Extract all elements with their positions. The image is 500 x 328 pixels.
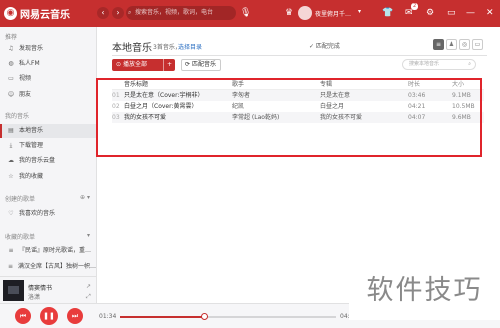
- back-button[interactable]: ‹: [97, 7, 109, 19]
- forward-button[interactable]: ›: [112, 7, 124, 19]
- chevron-down-icon[interactable]: ▾: [358, 8, 361, 15]
- sidebar-item-video[interactable]: ▭ 视频: [0, 72, 96, 86]
- add-to-queue-button[interactable]: +: [163, 59, 175, 71]
- sidebar-section-favorites: 收藏的歌单: [5, 234, 36, 241]
- sidebar-item-label: 『民谣』原时光歌谣，重…: [19, 247, 92, 254]
- expand-icon[interactable]: ⤢: [86, 293, 91, 301]
- current-time: 01:34: [99, 313, 117, 320]
- minimize-icon[interactable]: —: [466, 7, 475, 19]
- divider: [112, 55, 487, 56]
- match-icon: ⟳: [185, 61, 191, 68]
- add-playlist-icon[interactable]: ⊕ ▾: [80, 194, 90, 201]
- search-icon: ⌕: [468, 61, 471, 67]
- now-playing-title[interactable]: 情窦情书: [28, 283, 52, 292]
- album-view-icon[interactable]: ◎: [459, 39, 470, 50]
- radio-icon: ◍: [8, 60, 14, 67]
- sidebar-section-recommend: 推荐: [5, 34, 18, 41]
- friends-icon: ☺: [7, 91, 15, 98]
- sidebar-item-playlist[interactable]: ≡ 满汉全席【古风】独树一帜…: [0, 260, 96, 274]
- music-note-icon: ♫: [8, 45, 14, 52]
- highlight-box: [96, 78, 482, 157]
- progress-handle[interactable]: [201, 313, 209, 320]
- search-input[interactable]: ⌕ 搜索音乐，视频，歌词，电台: [126, 6, 236, 20]
- playlist-icon: ≡: [8, 247, 14, 254]
- download-icon: ⤓: [9, 142, 13, 149]
- previous-track-button[interactable]: ⏮: [15, 308, 31, 324]
- play-all-button[interactable]: ⊙ 播放全部 +: [112, 59, 175, 71]
- app-name: 网易云音乐: [20, 10, 70, 21]
- title-bar: ◉ 网易云音乐 ‹ › ⌕ 搜索音乐，视频，歌词，电台 🎙 ♛ 夜里俯月千… ▾…: [0, 0, 500, 27]
- chevron-down-icon[interactable]: ▾: [87, 232, 90, 239]
- artist-view-icon[interactable]: ♟: [446, 39, 457, 50]
- now-playing-panel[interactable]: 情窦情书 洛潇 ↗ ⤢: [0, 276, 97, 303]
- skin-icon[interactable]: 👕: [382, 7, 393, 19]
- sidebar-item-label: 视频: [19, 75, 32, 82]
- close-icon[interactable]: ✕: [486, 7, 494, 19]
- folder-view-icon[interactable]: ▭: [472, 39, 483, 50]
- settings-icon[interactable]: ⚙: [426, 7, 434, 19]
- progress-slider[interactable]: [120, 313, 336, 320]
- select-directory-link[interactable]: 选择目录: [178, 42, 202, 51]
- sidebar: 推荐 ♫ 发现音乐 ◍ 私人FM ▭ 视频 ☺ 朋友 我的音乐 ▤ 本地音乐 ⤓…: [0, 27, 97, 276]
- play-all-label: 播放全部: [123, 61, 148, 68]
- next-track-button[interactable]: ⏭: [67, 308, 83, 324]
- sidebar-section-created: 创建的歌单: [5, 196, 36, 203]
- album-cover[interactable]: [3, 280, 24, 301]
- sidebar-item-label: 私人FM: [19, 60, 40, 67]
- sidebar-item-label: 朋友: [19, 91, 32, 98]
- page-title: 本地音乐: [112, 43, 152, 54]
- netease-logo-icon: ◉: [4, 7, 17, 20]
- cloud-icon: ☁: [8, 157, 14, 164]
- match-status: ✓ 匹配完成: [309, 43, 340, 50]
- sidebar-item-label: 下载管理: [19, 142, 44, 149]
- heart-icon: ♡: [8, 210, 14, 217]
- match-music-button[interactable]: ⟳ 匹配音乐: [181, 59, 221, 71]
- vip-icon[interactable]: ♛: [285, 7, 293, 19]
- watermark: 软件技巧: [349, 262, 500, 320]
- search-icon: ⌕: [128, 9, 132, 16]
- now-playing-artist[interactable]: 洛潇: [28, 292, 40, 301]
- sidebar-item-downloads[interactable]: ⤓ 下载管理: [0, 139, 96, 153]
- user-avatar[interactable]: [298, 6, 312, 20]
- sidebar-item-discover[interactable]: ♫ 发现音乐: [0, 42, 96, 56]
- match-music-label: 匹配音乐: [191, 61, 216, 68]
- video-icon: ▭: [8, 75, 14, 82]
- sidebar-item-label: 发现音乐: [19, 45, 44, 52]
- sidebar-item-friends[interactable]: ☺ 朋友: [0, 88, 96, 102]
- search-placeholder: 搜索音乐，视频，歌词，电台: [135, 9, 214, 16]
- message-badge: 2: [411, 3, 419, 10]
- sidebar-item-liked[interactable]: ♡ 我喜欢的音乐: [0, 207, 96, 221]
- sidebar-item-label: 我的音乐云盘: [19, 157, 56, 164]
- sidebar-item-label: 满汉全席【古风】独树一帜…: [17, 263, 96, 270]
- sidebar-item-fm[interactable]: ◍ 私人FM: [0, 57, 96, 71]
- play-circle-icon: ⊙: [116, 61, 122, 68]
- sidebar-item-label: 我的收藏: [19, 173, 44, 180]
- sidebar-item-collection[interactable]: ☆ 我的收藏: [0, 170, 96, 184]
- progress-fill: [120, 316, 205, 318]
- song-count: 3首音乐，: [153, 44, 181, 51]
- playlist-icon: ≡: [7, 263, 13, 270]
- app-logo[interactable]: ◉ 网易云音乐: [4, 6, 70, 21]
- sidebar-item-playlist[interactable]: ≡ 『民谣』原时光歌谣，重…: [0, 244, 96, 258]
- sidebar-item-label: 我喜欢的音乐: [19, 210, 56, 217]
- microphone-icon[interactable]: 🎙: [240, 7, 251, 19]
- pause-button[interactable]: ❚❚: [40, 307, 58, 325]
- sidebar-item-cloud[interactable]: ☁ 我的音乐云盘: [0, 154, 96, 168]
- sidebar-item-local-music[interactable]: ▤ 本地音乐: [0, 124, 96, 138]
- sidebar-section-mymusic: 我的音乐: [5, 113, 30, 120]
- local-search-input[interactable]: 搜索本地音乐 ⌕: [402, 59, 476, 70]
- mini-mode-icon[interactable]: ▭: [447, 7, 456, 19]
- share-icon[interactable]: ↗: [86, 283, 91, 290]
- list-view-icon[interactable]: ≡: [433, 39, 444, 50]
- sidebar-item-label: 本地音乐: [19, 127, 44, 134]
- local-music-icon: ▤: [8, 127, 14, 134]
- star-icon: ☆: [8, 173, 14, 180]
- username[interactable]: 夜里俯月千…: [315, 9, 351, 18]
- local-search-placeholder: 搜索本地音乐: [409, 61, 440, 67]
